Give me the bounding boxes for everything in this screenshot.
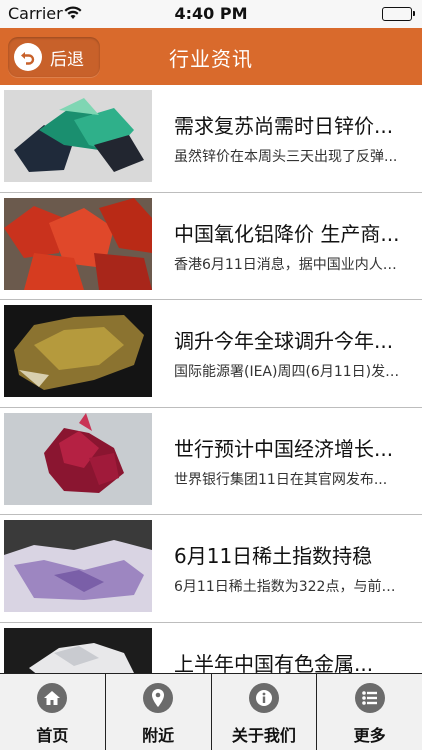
news-summary: 国际能源署(IEA)周四(6月11日)发布... [174,364,402,380]
news-title: 世行预计中国经济增长... [174,436,394,461]
news-thumbnail [4,305,152,397]
news-summary: 香港6月11日消息，据中国业内人士... [174,256,402,273]
news-summary: 6月11日稀土指数为322点，与前一... [174,579,402,595]
tab-label: 首页 [36,726,69,745]
home-icon [37,683,68,713]
news-summary: 虽然锌价在本周头三天出现了反弹... [174,149,398,165]
location-pin-icon [143,683,174,713]
news-item[interactable]: 6月11日稀土指数持稳 6月11日稀土指数为322点，与前一... [0,515,422,623]
tab-about-us[interactable]: 关于我们 [212,674,318,750]
page-title: 行业资讯 [169,47,253,71]
news-thumbnail [4,627,152,673]
news-summary: 世界银行集团11日在其官网发布... [174,471,388,488]
news-item[interactable]: 调升今年全球调升今年... 国际能源署(IEA)周四(6月11日)发布... [0,300,422,408]
news-title: 调升今年全球调升今年... [174,329,394,353]
news-thumbnail [4,412,152,505]
news-item[interactable]: 上半年中国有色金属... [0,622,422,674]
tab-label: 附近 [142,726,175,745]
battery-icon [382,7,415,21]
news-thumbnail [4,520,152,612]
nav-bar: 后退 行业资讯 [0,28,422,85]
tab-home[interactable]: 首页 [0,674,106,750]
news-title: 中国氧化铝降价 生产商... [174,221,400,246]
news-title: 需求复苏尚需时日锌价... [174,114,394,138]
info-icon [248,683,279,713]
news-item[interactable]: 世行预计中国经济增长... 世界银行集团11日在其官网发布... [0,407,422,515]
news-thumbnail [4,197,152,290]
tab-label: 关于我们 [231,726,296,745]
tab-more[interactable]: 更多 [317,674,422,750]
more-list-icon [354,683,385,713]
clock: 4:40 PM [174,4,248,23]
news-title: 上半年中国有色金属... [174,651,374,674]
status-bar: Carrier 4:40 PM [0,0,422,28]
news-item[interactable]: 中国氧化铝降价 生产商... 香港6月11日消息，据中国业内人士... [0,192,422,300]
news-list[interactable]: 需求复苏尚需时日锌价... 虽然锌价在本周头三天出现了反弹... 中国氧化铝降价… [0,85,422,673]
news-thumbnail [4,90,152,182]
tab-nearby[interactable]: 附近 [106,674,212,750]
news-title: 6月11日稀土指数持稳 [174,544,373,568]
tab-label: 更多 [353,726,386,745]
news-item[interactable]: 需求复苏尚需时日锌价... 虽然锌价在本周头三天出现了反弹... [0,85,422,193]
tab-bar: 首页 附近 关于我们 更多 [0,673,422,750]
